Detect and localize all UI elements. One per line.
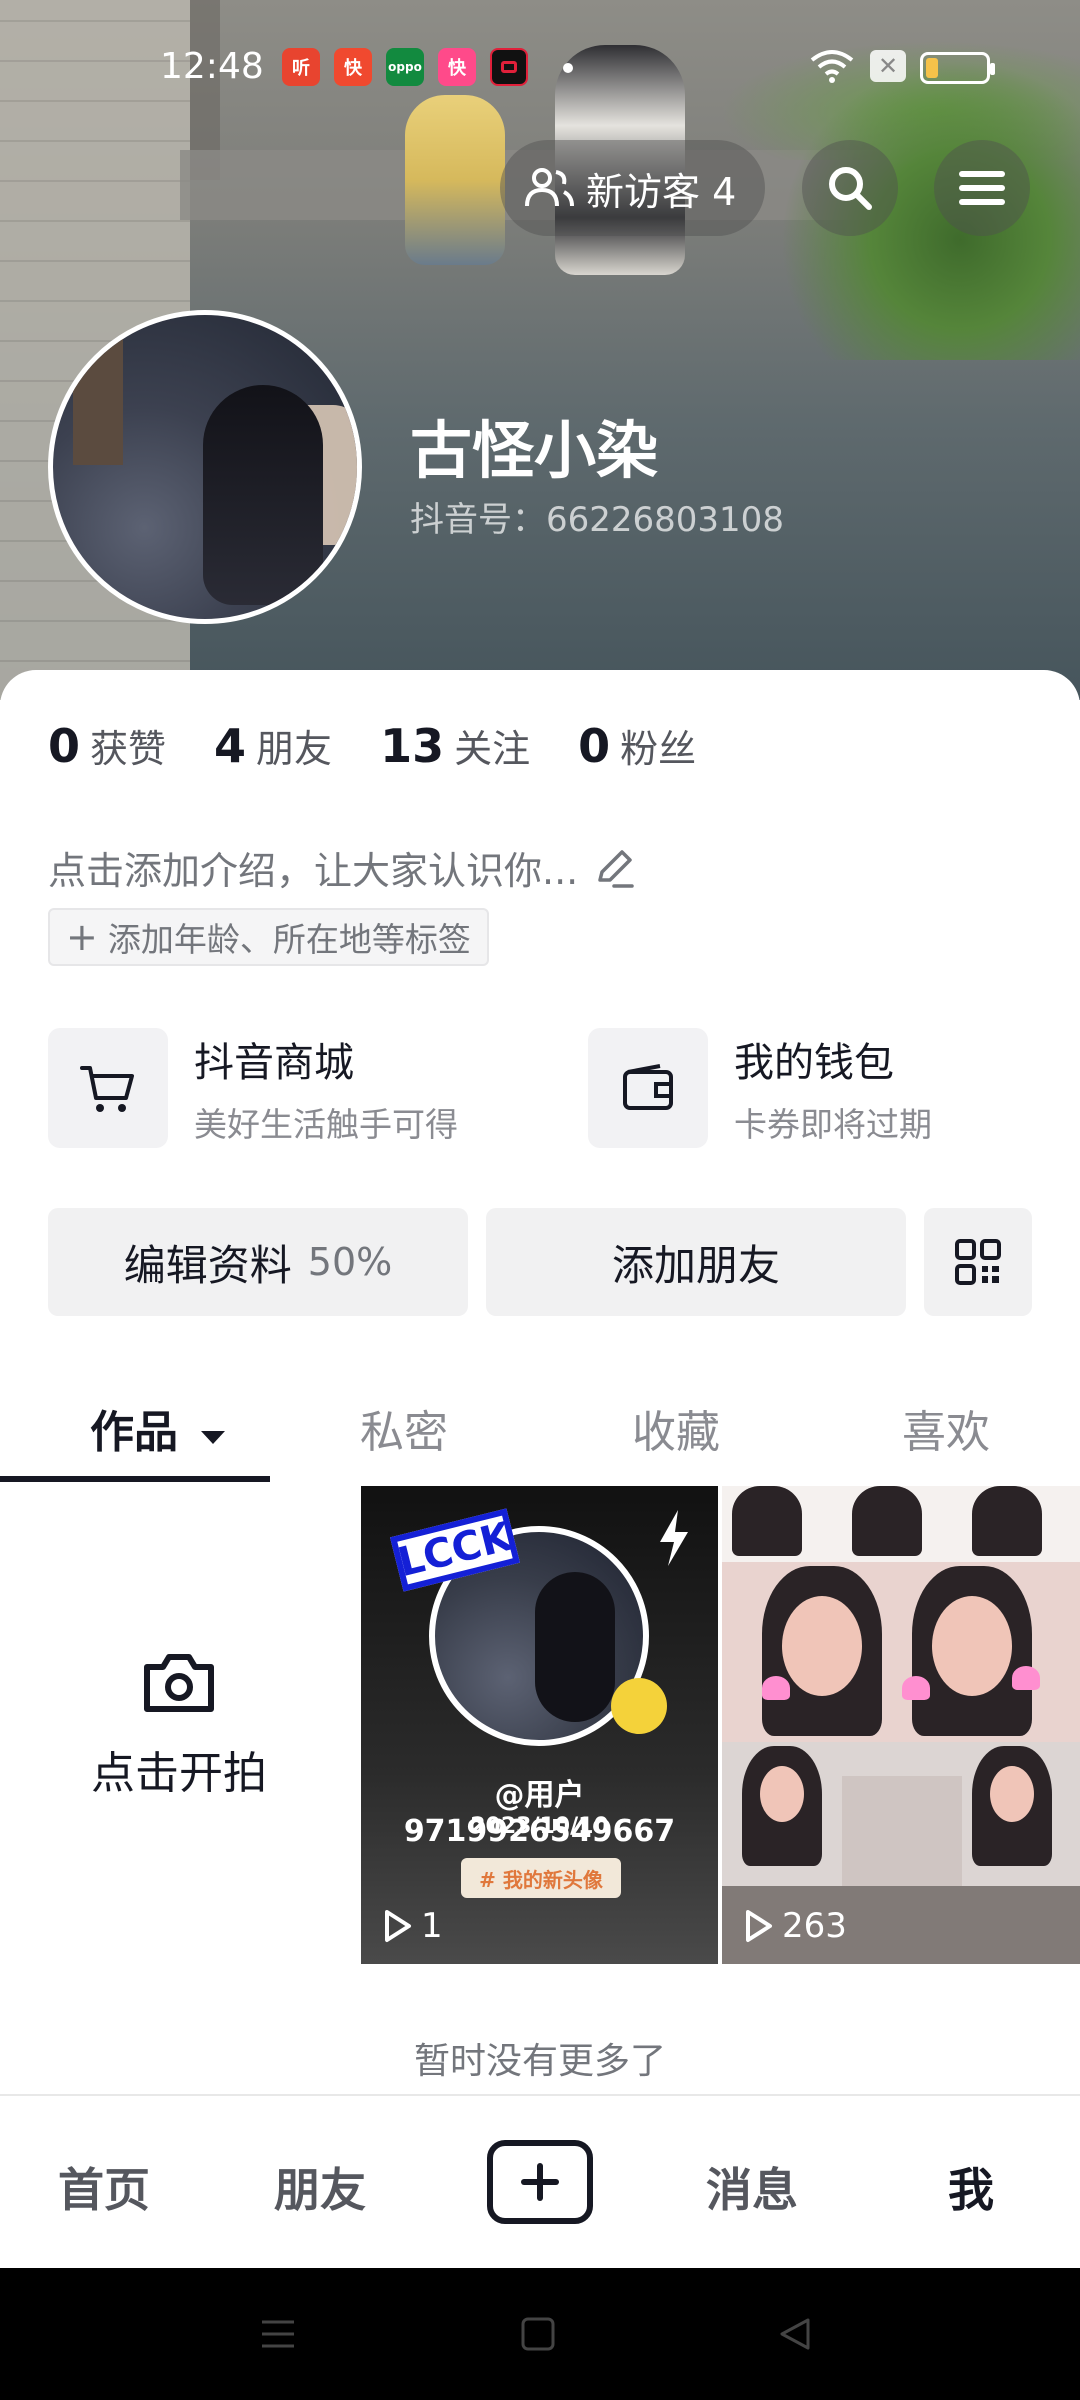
add-tags-chip[interactable]: + 添加年龄、所在地等标签	[48, 908, 489, 966]
profile-stats: 0 获赞 4 朋友 13 关注 0 粉丝	[48, 718, 744, 773]
stat-likes-label: 获赞	[90, 727, 167, 771]
menu-button[interactable]	[934, 140, 1030, 236]
back-triangle-icon[interactable]	[774, 2314, 814, 2354]
mall-subtitle: 美好生活触手可得	[194, 1105, 458, 1144]
douyin-id[interactable]: 抖音号：66226803108	[410, 492, 784, 541]
status-bar: 12:48 听 快 oppo 快 ✕	[0, 0, 1080, 140]
add-friend-button[interactable]: 添加朋友	[486, 1208, 906, 1316]
play-icon	[746, 1910, 772, 1942]
dropdown-triangle-icon	[201, 1431, 226, 1444]
tab-favorites[interactable]: 收藏	[632, 1396, 720, 1460]
profile-name: 古怪小染	[410, 414, 659, 487]
video-play-count-value: 263	[782, 1906, 847, 1946]
stat-following-count: 13	[380, 719, 445, 773]
notification-dot	[563, 63, 573, 73]
duck-sticker	[611, 1678, 667, 1734]
bottom-navigation: 首页 朋友 消息 我	[0, 2094, 1080, 2268]
battery-icon	[920, 52, 995, 84]
stat-following-label: 关注	[454, 727, 531, 771]
app-listen-icon: 听	[282, 48, 320, 86]
search-icon	[829, 167, 872, 210]
video-play-count: 263	[740, 1906, 847, 1946]
plus-icon	[521, 2163, 559, 2201]
video-thumbnail[interactable]: 263	[722, 1486, 1080, 1964]
app-kuaishou-lite-icon: 快	[438, 48, 476, 86]
shopping-cart-icon	[48, 1028, 168, 1148]
add-friend-label: 添加朋友	[611, 1240, 780, 1290]
stat-following[interactable]: 13 关注	[380, 718, 530, 773]
tab-likes[interactable]: 喜欢	[902, 1396, 990, 1460]
start-shooting-cell[interactable]: 点击开拍	[0, 1486, 358, 1966]
stat-followers-label: 粉丝	[620, 727, 697, 771]
edit-profile-progress: 50%	[307, 1240, 393, 1284]
avatar[interactable]	[48, 310, 362, 624]
video-play-count: 1	[379, 1906, 443, 1946]
wallet-title: 我的钱包	[734, 1040, 894, 1086]
play-icon	[385, 1910, 411, 1942]
qr-code-button[interactable]	[924, 1208, 1032, 1316]
visitors-label: 新访客 4	[586, 169, 737, 214]
stat-likes-count: 0	[48, 719, 81, 773]
camera-icon	[144, 1654, 214, 1712]
stat-followers[interactable]: 0 粉丝	[578, 718, 696, 773]
home-square-icon[interactable]	[518, 2314, 558, 2354]
plus-icon: +	[66, 915, 98, 959]
tab-works-label: 作品	[90, 1407, 178, 1458]
nav-messages[interactable]: 消息	[706, 2154, 798, 2220]
stat-followers-count: 0	[578, 719, 611, 773]
app-record-icon	[490, 48, 528, 86]
stat-friends[interactable]: 4 朋友	[214, 718, 332, 773]
mall-title: 抖音商城	[194, 1040, 354, 1086]
tab-private[interactable]: 私密	[360, 1396, 448, 1460]
lightning-icon	[660, 1510, 688, 1566]
app-oppo-icon: oppo	[386, 48, 424, 86]
video-thumbnail[interactable]: LCCK @用户9719926549667 2023/10/10 # 我的新头像…	[361, 1486, 718, 1964]
active-tab-indicator	[0, 1476, 270, 1482]
bio-add-intro[interactable]: 点击添加介绍，让大家认识你...	[48, 840, 636, 895]
add-tags-label: 添加年龄、所在地等标签	[107, 920, 471, 959]
wallet-icon	[588, 1028, 708, 1148]
profile-tabs: 作品 私密 收藏 喜欢	[0, 1388, 1080, 1484]
system-navigation-bar	[0, 2268, 1080, 2400]
my-wallet-entry[interactable]: 我的钱包 卡券即将过期	[588, 1028, 932, 1148]
douyin-mall-entry[interactable]: 抖音商城 美好生活触手可得	[48, 1028, 458, 1148]
no-sim-icon: ✕	[870, 50, 906, 82]
no-more-content-text: 暂时没有更多了	[413, 2041, 666, 2082]
avatar-hair	[203, 385, 323, 605]
status-time: 12:48	[160, 46, 264, 87]
hamburger-menu-icon	[959, 171, 1005, 205]
search-button[interactable]	[802, 140, 898, 236]
edit-profile-label: 编辑资料	[123, 1240, 292, 1290]
wifi-icon	[810, 50, 854, 83]
recent-apps-icon[interactable]	[258, 2314, 298, 2354]
create-post-button[interactable]	[487, 2140, 593, 2224]
nav-home[interactable]: 首页	[58, 2154, 150, 2220]
wallet-subtitle: 卡券即将过期	[734, 1105, 932, 1144]
avatar-tree	[73, 315, 123, 465]
stat-friends-count: 4	[214, 719, 247, 773]
start-shooting-label: 点击开拍	[91, 1748, 267, 1799]
video-play-count-value: 1	[421, 1906, 443, 1946]
bio-placeholder: 点击添加介绍，让大家认识你...	[48, 849, 579, 893]
nav-me[interactable]: 我	[948, 2154, 994, 2220]
visitors-icon	[525, 168, 574, 207]
app-kuaishou-icon: 快	[334, 48, 372, 86]
nav-friends[interactable]: 朋友	[274, 2154, 366, 2220]
stat-friends-label: 朋友	[256, 727, 333, 771]
video-date: 2023/10/10	[470, 1814, 609, 1839]
stat-likes[interactable]: 0 获赞	[48, 718, 166, 773]
tab-works[interactable]: 作品	[90, 1396, 227, 1460]
video-hashtag: # 我的新头像	[461, 1858, 621, 1898]
edit-profile-button[interactable]: 编辑资料 50%	[48, 1208, 468, 1316]
new-visitors-button[interactable]: 新访客 4	[500, 140, 765, 236]
edit-pencil-icon	[598, 849, 634, 888]
qr-code-icon	[955, 1239, 1001, 1285]
